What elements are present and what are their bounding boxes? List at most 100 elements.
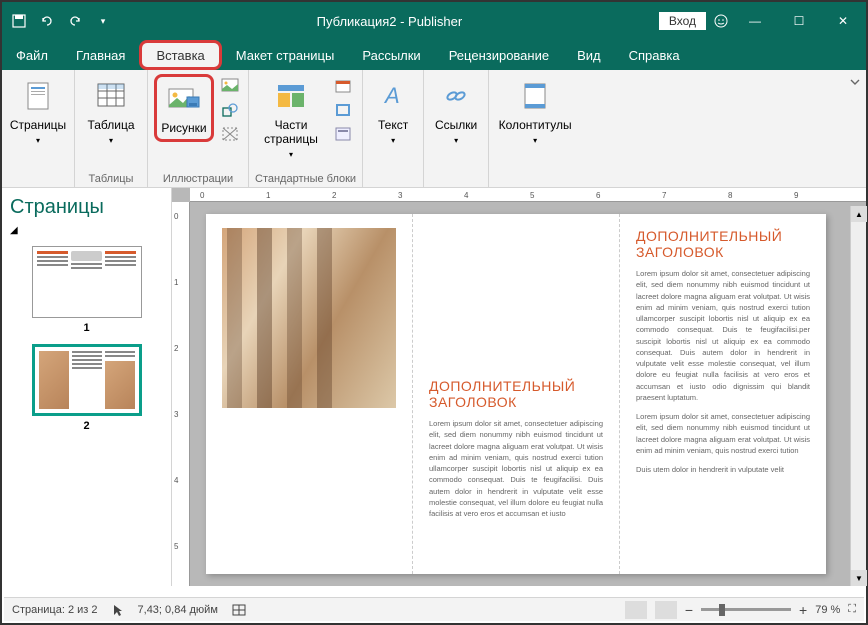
zoom-fit-icon[interactable]: ⛶ bbox=[848, 603, 856, 616]
ribbon-group-pages: Страницы ▾ bbox=[2, 70, 75, 187]
main-area: Страницы ◢ 1 2 0 1 2 3 4 5 6 bbox=[2, 188, 866, 586]
illustration-small-buttons bbox=[218, 74, 242, 146]
text-label: Текст bbox=[378, 118, 408, 132]
ribbon-group-tables: Таблица ▾ Таблицы bbox=[75, 70, 148, 187]
group-label-hf bbox=[495, 183, 575, 185]
pictures-icon bbox=[166, 81, 202, 117]
ribbon-collapse[interactable] bbox=[844, 70, 866, 187]
calendar-button[interactable] bbox=[332, 75, 354, 97]
quick-access-toolbar: ▾ bbox=[2, 12, 120, 30]
view-spread-button[interactable] bbox=[655, 601, 677, 619]
page-parts-icon bbox=[273, 78, 309, 114]
tab-insert[interactable]: Вставка bbox=[139, 40, 221, 70]
save-icon[interactable] bbox=[10, 12, 28, 30]
svg-text:A: A bbox=[383, 83, 400, 108]
tab-help[interactable]: Справка bbox=[615, 40, 694, 70]
vertical-ruler: 0 1 2 3 4 5 bbox=[172, 202, 190, 586]
maximize-button[interactable]: ☐ bbox=[780, 6, 818, 36]
heading-3: ДОПОЛНИТЕЛЬНЫЙ ЗАГОЛОВОК bbox=[636, 228, 810, 260]
pages-icon bbox=[20, 78, 56, 114]
tab-page-layout[interactable]: Макет страницы bbox=[222, 40, 349, 70]
document-canvas[interactable]: ДОПОЛНИТЕЛЬНЫЙ ЗАГОЛОВОК Lorem ipsum dol… bbox=[190, 202, 866, 586]
cursor-icon bbox=[112, 603, 124, 617]
ribbon-group-building-blocks: Части страницы ▾ Стандартные блоки bbox=[249, 70, 363, 187]
borders-button[interactable] bbox=[332, 99, 354, 121]
page-parts-label: Части страницы bbox=[257, 118, 325, 146]
headerfooter-label: Колонтитулы bbox=[499, 118, 572, 132]
zoom-in-button[interactable]: + bbox=[799, 602, 807, 618]
group-label-tables: Таблицы bbox=[81, 171, 141, 185]
blocks-small-buttons bbox=[331, 74, 355, 146]
ribbon-group-links: Ссылки ▾ bbox=[424, 70, 489, 187]
vertical-scrollbar[interactable]: ▲ ▼ bbox=[850, 206, 866, 586]
thumb-label-1: 1 bbox=[10, 322, 163, 334]
ads-button[interactable] bbox=[332, 123, 354, 145]
thumb-label-2: 2 bbox=[10, 420, 163, 432]
ribbon-tabs: Файл Главная Вставка Макет страницы Расс… bbox=[2, 40, 866, 70]
shapes-button[interactable] bbox=[219, 99, 241, 121]
ribbon-group-illustrations: Рисунки Иллюстрации bbox=[148, 70, 249, 187]
tab-review[interactable]: Рецензирование bbox=[435, 40, 563, 70]
page-column-1 bbox=[206, 214, 413, 574]
qat-customize-icon[interactable]: ▾ bbox=[94, 12, 112, 30]
tab-file[interactable]: Файл bbox=[2, 40, 62, 70]
redo-icon[interactable] bbox=[66, 12, 84, 30]
horizontal-ruler: 0 1 2 3 4 5 6 7 8 9 bbox=[190, 188, 866, 202]
page-thumbnail-1[interactable]: 1 bbox=[10, 246, 163, 334]
canvas-area: 0 1 2 3 4 5 6 7 8 9 0 1 2 3 4 5 bbox=[172, 188, 866, 586]
links-icon bbox=[438, 78, 474, 114]
scroll-up-icon[interactable]: ▲ bbox=[851, 206, 867, 222]
body-2: Lorem ipsum dolor sit amet, consectetuer… bbox=[429, 418, 603, 519]
object-size-icon bbox=[232, 604, 246, 616]
group-label bbox=[8, 183, 68, 185]
links-label: Ссылки bbox=[435, 118, 477, 132]
face-icon[interactable] bbox=[712, 12, 730, 30]
close-button[interactable]: ✕ bbox=[824, 6, 862, 36]
page-image bbox=[222, 228, 396, 408]
view-single-button[interactable] bbox=[625, 601, 647, 619]
table-button[interactable]: Таблица ▾ bbox=[81, 74, 141, 149]
links-button[interactable]: Ссылки ▾ bbox=[430, 74, 482, 149]
minimize-button[interactable]: — bbox=[736, 6, 774, 36]
placeholder-button[interactable] bbox=[219, 123, 241, 145]
zoom-level[interactable]: 79 % bbox=[815, 604, 840, 616]
online-pictures-button[interactable] bbox=[219, 75, 241, 97]
pages-panel: Страницы ◢ 1 2 bbox=[2, 188, 172, 586]
pictures-button[interactable]: Рисунки bbox=[154, 74, 214, 142]
page-thumbnail-2[interactable]: 2 bbox=[10, 344, 163, 432]
signin-button[interactable]: Вход bbox=[659, 12, 706, 30]
page-column-3: ДОПОЛНИТЕЛЬНЫЙ ЗАГОЛОВОК Lorem ipsum dol… bbox=[620, 214, 826, 574]
group-label-text bbox=[369, 183, 417, 185]
page-parts-button[interactable]: Части страницы ▾ bbox=[255, 74, 327, 163]
zoom-out-button[interactable]: − bbox=[685, 602, 693, 618]
group-label-illustrations: Иллюстрации bbox=[154, 171, 242, 185]
headerfooter-icon bbox=[517, 78, 553, 114]
pictures-label: Рисунки bbox=[161, 121, 206, 135]
tab-home[interactable]: Главная bbox=[62, 40, 139, 70]
text-icon: A bbox=[375, 78, 411, 114]
pages-button[interactable]: Страницы ▾ bbox=[8, 74, 68, 149]
title-bar: ▾ Публикация2 - Publisher Вход — ☐ ✕ bbox=[2, 2, 866, 40]
table-icon bbox=[93, 78, 129, 114]
window-title: Публикация2 - Publisher bbox=[120, 14, 659, 29]
page-info: Страница: 2 из 2 bbox=[12, 604, 98, 616]
ribbon: Страницы ▾ Таблица ▾ Таблицы Рисунки bbox=[2, 70, 866, 188]
headerfooter-button[interactable]: Колонтитулы ▾ bbox=[495, 74, 575, 149]
undo-icon[interactable] bbox=[38, 12, 56, 30]
body-3c: Duis utem dolor in hendrerit in vulputat… bbox=[636, 464, 810, 475]
tab-mailings[interactable]: Рассылки bbox=[348, 40, 434, 70]
heading-2: ДОПОЛНИТЕЛЬНЫЙ ЗАГОЛОВОК bbox=[429, 378, 603, 410]
page: ДОПОЛНИТЕЛЬНЫЙ ЗАГОЛОВОК Lorem ipsum dol… bbox=[206, 214, 826, 574]
status-bar: Страница: 2 из 2 7,43; 0,84 дюйм − + 79 … bbox=[4, 597, 864, 621]
tab-view[interactable]: Вид bbox=[563, 40, 615, 70]
text-button[interactable]: A Текст ▾ bbox=[369, 74, 417, 149]
body-3a: Lorem ipsum dolor sit amet, consectetuer… bbox=[636, 268, 810, 403]
page-column-2: ДОПОЛНИТЕЛЬНЫЙ ЗАГОЛОВОК Lorem ipsum dol… bbox=[413, 214, 620, 574]
zoom-slider[interactable] bbox=[701, 608, 791, 611]
pages-panel-title: Страницы bbox=[10, 196, 163, 219]
coordinates: 7,43; 0,84 дюйм bbox=[138, 604, 218, 616]
scroll-down-icon[interactable]: ▼ bbox=[851, 570, 867, 586]
pages-label: Страницы bbox=[10, 118, 66, 132]
panel-collapse-icon[interactable]: ◢ bbox=[10, 225, 163, 236]
body-3b: Lorem ipsum dolor sit amet, consectetuer… bbox=[636, 411, 810, 456]
